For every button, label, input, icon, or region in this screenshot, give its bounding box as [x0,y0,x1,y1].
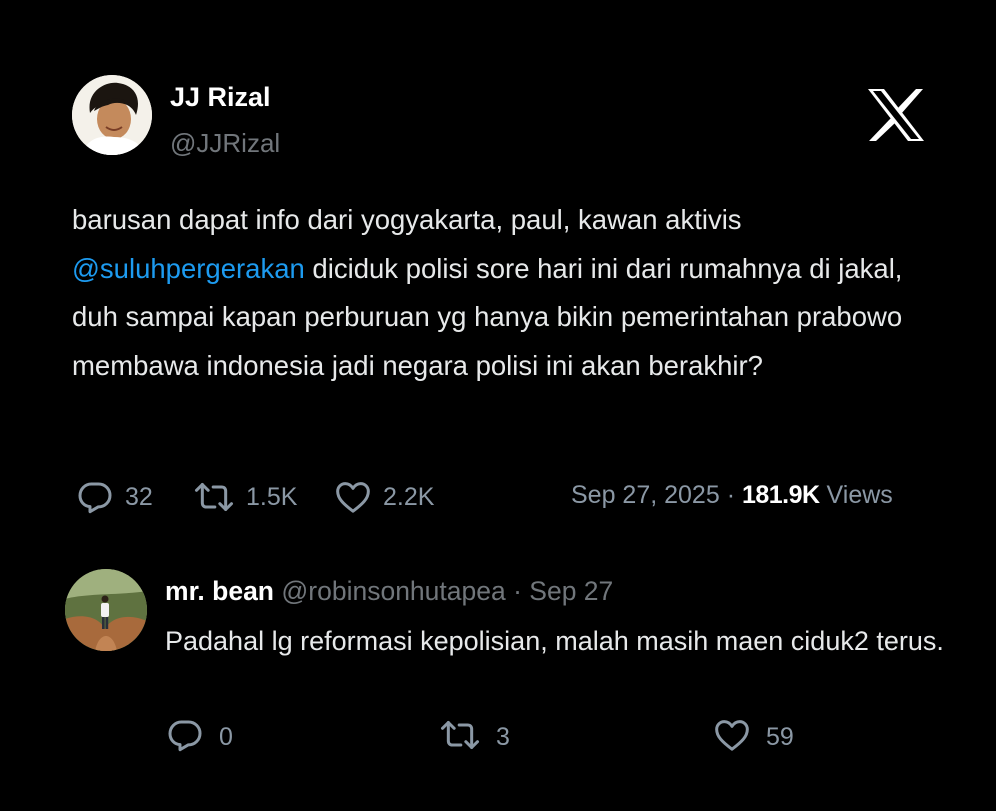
author-avatar[interactable] [72,75,152,155]
views-label: Views [819,481,893,509]
reply-like-count: 59 [766,722,794,751]
heart-icon [712,715,752,760]
retweet-button[interactable]: 1.5K [192,476,297,518]
reply-author-handle[interactable]: @robinsonhutapea [281,576,505,606]
reply-button[interactable]: 32 [75,476,153,518]
tweet-text-part-1: barusan dapat info dari yogyakarta, paul… [72,204,742,235]
reply-bubble-icon [165,715,205,760]
views-count: 181.9K [741,481,820,509]
reply-author-name[interactable]: mr. bean [165,576,274,606]
retweet-count: 1.5K [246,482,298,511]
tweet-date[interactable]: Sep 27, 2025 [571,481,720,509]
reply-retweet-count: 3 [496,722,510,751]
author-handle[interactable]: @JJRizal [170,128,280,159]
reply-reply-count: 0 [219,722,233,751]
reply-author-avatar[interactable] [65,569,147,651]
reply-bubble-icon [75,477,115,517]
author-name[interactable]: JJ Rizal [170,82,271,113]
reply-avatar-image [65,569,147,651]
reply-date[interactable]: Sep 27 [529,576,613,606]
tweet-text: barusan dapat info dari yogyakarta, paul… [72,196,952,390]
reply-text: Padahal lg reformasi kepolisian, malah m… [165,626,944,656]
reply-separator: · [505,576,530,606]
x-logo-icon [866,88,926,142]
like-count: 2.2K [383,482,435,511]
tweet-meta: Sep 27, 2025 · 181.9K Views [571,481,893,510]
heart-icon [333,477,373,517]
retweet-arrows-icon [438,715,482,760]
author-avatar-image [72,75,152,155]
retweet-arrows-icon [192,477,236,517]
reply-retweet-button[interactable]: 3 [438,716,510,758]
meta-separator: · [719,481,742,509]
like-button[interactable]: 2.2K [333,476,434,518]
reply-like-button[interactable]: 59 [712,716,794,758]
mention-link[interactable]: @suluhpergerakan [72,253,305,284]
reply-reply-button[interactable]: 0 [165,716,233,758]
reply-count: 32 [125,482,153,511]
reply-header: mr. bean @robinsonhutapea · Sep 27 [165,576,613,607]
